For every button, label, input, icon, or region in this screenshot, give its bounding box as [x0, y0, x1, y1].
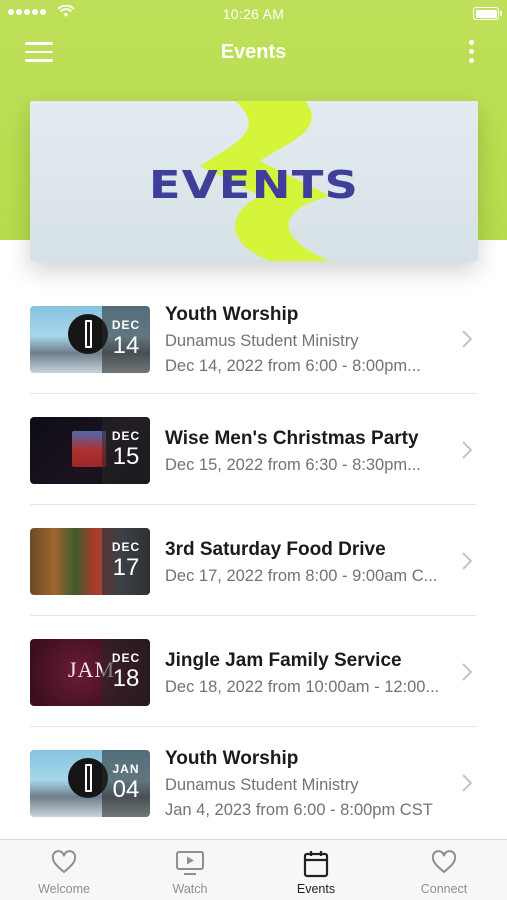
event-thumbnail: JAM DEC 18 [30, 639, 150, 706]
event-title: Jingle Jam Family Service [165, 650, 402, 671]
date-day: 14 [112, 332, 140, 359]
heart-icon [51, 850, 77, 873]
event-datetime: Dec 18, 2022 from 10:00am - 12:00... [165, 678, 440, 696]
status-time: 10:26 AM [222, 6, 285, 22]
navigation-bar: Events [0, 28, 507, 78]
tab-watch[interactable]: Watch [127, 840, 253, 900]
page-title: Events [220, 41, 287, 63]
chevron-right-icon [462, 441, 473, 459]
event-datetime: Dec 14, 2022 from 6:00 - 8:00pm... [165, 357, 421, 375]
tab-connect[interactable]: Connect [381, 840, 507, 900]
tab-label: Events [296, 882, 336, 896]
tv-play-icon [176, 851, 204, 875]
event-row[interactable]: JAN 04 Youth Worship Dunamus Student Min… [0, 727, 507, 838]
tab-label: Welcome [38, 882, 90, 896]
chevron-right-icon [462, 330, 473, 348]
event-subtitle: Dunamus Student Ministry [165, 332, 359, 350]
date-day: 15 [112, 443, 140, 470]
date-day: 17 [112, 554, 140, 581]
tab-label: Connect [420, 882, 468, 896]
date-month: JAN [112, 762, 140, 776]
battery-icon [473, 7, 502, 20]
event-datetime: Dec 15, 2022 from 6:30 - 8:30pm... [165, 456, 421, 474]
chevron-right-icon [462, 552, 473, 570]
event-title: Wise Men's Christmas Party [165, 428, 419, 449]
date-badge: DEC 17 [102, 528, 150, 595]
date-badge: DEC 14 [102, 306, 150, 373]
date-month: DEC [111, 651, 141, 665]
event-row[interactable]: DEC 14 Youth Worship Dunamus Student Min… [0, 283, 507, 394]
event-title: 3rd Saturday Food Drive [165, 539, 386, 560]
event-datetime: Dec 17, 2022 from 8:00 - 9:00am C... [165, 567, 438, 585]
date-month: DEC [111, 429, 141, 443]
banner-title: EVENTS [148, 163, 360, 207]
calendar-icon [303, 851, 329, 878]
date-badge: DEC 18 [102, 639, 150, 706]
event-thumbnail: DEC 15 [30, 417, 150, 484]
tab-welcome[interactable]: Welcome [1, 840, 127, 900]
date-month: DEC [111, 318, 141, 332]
tab-events[interactable]: Events [253, 840, 379, 900]
events-list: DEC 14 Youth Worship Dunamus Student Min… [0, 283, 507, 838]
chevron-right-icon [462, 774, 473, 792]
event-subtitle: Dunamus Student Ministry [165, 776, 359, 794]
event-row[interactable]: DEC 15 Wise Men's Christmas Party Dec 15… [0, 394, 507, 505]
more-options-icon[interactable] [467, 40, 475, 66]
event-thumbnail: DEC 14 [30, 306, 150, 373]
date-badge: JAN 04 [102, 750, 150, 817]
date-month: DEC [111, 540, 141, 554]
date-badge: DEC 15 [102, 417, 150, 484]
event-thumbnail: JAN 04 [30, 750, 150, 817]
tab-bar: Welcome Watch Events Connect [0, 839, 507, 900]
date-day: 04 [112, 776, 140, 803]
status-bar: 10:26 AM [0, 0, 507, 28]
event-thumbnail: DEC 17 [30, 528, 150, 595]
chevron-right-icon [462, 663, 473, 681]
events-banner: EVENTS [30, 101, 478, 261]
date-day: 18 [112, 665, 140, 692]
tab-label: Watch [172, 882, 208, 896]
event-row[interactable]: JAM DEC 18 Jingle Jam Family Service Dec… [0, 616, 507, 727]
event-title: Youth Worship [165, 748, 299, 769]
heart-icon [431, 850, 457, 873]
event-row[interactable]: DEC 17 3rd Saturday Food Drive Dec 17, 2… [0, 505, 507, 616]
event-datetime: Jan 4, 2023 from 6:00 - 8:00pm CST [165, 801, 433, 819]
event-title: Youth Worship [165, 304, 299, 325]
